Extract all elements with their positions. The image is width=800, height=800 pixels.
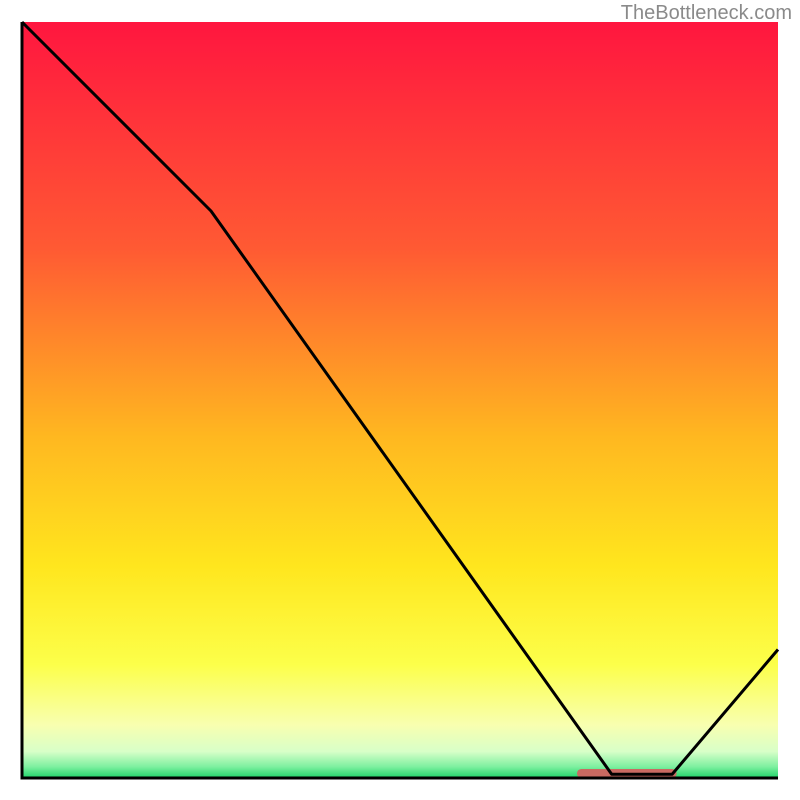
bottleneck-chart	[0, 0, 800, 800]
attribution-text: TheBottleneck.com	[621, 2, 792, 25]
chart-container: TheBottleneck.com	[0, 0, 800, 800]
